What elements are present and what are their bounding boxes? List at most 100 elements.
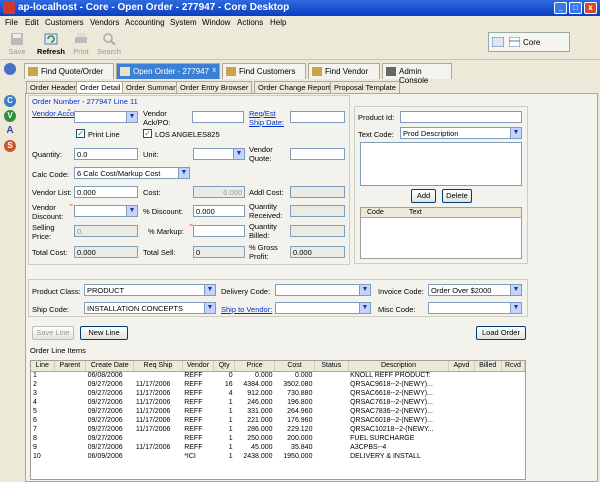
pct-markup-input[interactable] bbox=[193, 225, 245, 237]
column-header[interactable]: Create Date bbox=[85, 361, 135, 372]
vendor-discount-select[interactable]: ▼ bbox=[74, 205, 138, 217]
table-cell: DELIVERY & INSTALL bbox=[350, 453, 421, 460]
text-code-select[interactable]: Prod Description ▼ bbox=[400, 127, 522, 139]
print-line-checkbox[interactable]: ✓ bbox=[76, 129, 85, 138]
calc-code-select[interactable]: 6 Calc Cost/Markup Cost ▼ bbox=[74, 167, 190, 179]
table-cell: 11/17/2006 bbox=[135, 390, 171, 397]
tab-find-quote-order[interactable]: Find Quote/Order bbox=[24, 63, 114, 79]
tab-open-order[interactable]: Open Order - 277947 x bbox=[116, 63, 220, 79]
menu-bar: File Edit Customers Vendors Accounting S… bbox=[0, 16, 600, 30]
table-row[interactable]: 4 09/27/2006 11/17/2006 REFF 1 246.000 196.800… bbox=[31, 398, 525, 407]
req-ship-date-label[interactable]: Req/Est Ship Date: bbox=[249, 109, 289, 127]
misc-code-select[interactable]: ▼ bbox=[428, 302, 522, 314]
column-header[interactable]: Vendor bbox=[182, 361, 215, 372]
column-header[interactable]: Parent bbox=[54, 361, 87, 372]
column-header[interactable]: Line bbox=[31, 361, 55, 372]
vendor-list-input[interactable]: 0.000 bbox=[74, 186, 138, 198]
company-selector[interactable]: Core bbox=[488, 32, 570, 52]
table-cell bbox=[54, 443, 86, 452]
table-row[interactable]: 9 09/27/2006 11/17/2006 REFF 1 45.000 35.840 A3… bbox=[31, 443, 525, 452]
menu-system[interactable]: System bbox=[170, 18, 197, 27]
table-cell bbox=[314, 443, 348, 452]
close-tab-icon[interactable]: x bbox=[213, 67, 217, 74]
save-line-button[interactable]: Save Line bbox=[32, 326, 74, 340]
column-header[interactable]: Rcvd bbox=[501, 361, 525, 372]
grid-icon bbox=[509, 37, 520, 47]
title-bar: ap-localhost - Core - Open Order - 27794… bbox=[0, 0, 600, 16]
menu-file[interactable]: File bbox=[5, 18, 18, 27]
menu-customers[interactable]: Customers bbox=[45, 18, 84, 27]
new-line-button[interactable]: New Line bbox=[80, 326, 128, 340]
order-line-items-table[interactable]: Line Parent Create Date Req Ship Vendor Qty Pr… bbox=[30, 360, 526, 480]
column-header[interactable]: Req Ship bbox=[133, 361, 183, 372]
table-row[interactable]: 10 06/09/2006 *ICI 1 2438.000 1950.000 DELIVER… bbox=[31, 452, 525, 461]
unit-select[interactable]: ▼ bbox=[193, 148, 245, 160]
vendor-account-select[interactable]: ▼ bbox=[74, 111, 138, 123]
table-cell: REFF bbox=[184, 426, 203, 433]
table-row[interactable]: 3 09/27/2006 11/17/2006 REFF 4 912.000 730.880… bbox=[31, 389, 525, 398]
quantity-input[interactable]: 0.0 bbox=[74, 148, 138, 160]
tab-find-vendor[interactable]: Find Vendor bbox=[308, 63, 380, 79]
tab-admin-console[interactable]: Admin Console bbox=[382, 63, 452, 85]
column-header[interactable]: Qty bbox=[213, 361, 236, 372]
nav-icon[interactable] bbox=[4, 63, 16, 75]
column-header[interactable]: Description bbox=[348, 361, 450, 372]
vendor-quote-input[interactable] bbox=[290, 148, 345, 160]
delete-button[interactable]: Delete bbox=[442, 189, 472, 203]
menu-vendors[interactable]: Vendors bbox=[90, 18, 119, 27]
table-row[interactable]: 5 09/27/2006 11/17/2006 REFF 1 331.000 264.960… bbox=[31, 407, 525, 416]
accounting-icon[interactable]: A bbox=[4, 125, 16, 137]
table-cell: 3502.080 bbox=[283, 381, 313, 388]
table-row[interactable]: 7 09/27/2006 11/17/2006 REFF 1 286.000 229.120… bbox=[31, 425, 525, 434]
table-cell bbox=[501, 452, 524, 461]
column-header[interactable]: Status bbox=[314, 361, 349, 372]
vendor-ackpo-input[interactable] bbox=[192, 111, 244, 123]
ship-to-vendor-select[interactable]: ▼ bbox=[275, 302, 371, 314]
text-code-table[interactable]: Code Text bbox=[360, 207, 522, 259]
text-area[interactable] bbox=[360, 142, 522, 186]
table-cell bbox=[501, 407, 524, 416]
maximize-button[interactable]: □ bbox=[569, 2, 582, 14]
print-button[interactable]: Print bbox=[66, 32, 96, 58]
column-header[interactable]: Price bbox=[234, 361, 276, 372]
product-id-input[interactable] bbox=[400, 111, 522, 123]
save-label: Save bbox=[8, 47, 26, 56]
refresh-button[interactable]: Refresh bbox=[34, 32, 68, 58]
menu-accounting[interactable]: Accounting bbox=[125, 18, 165, 27]
table-row[interactable]: 1 06/08/2006 REFF 0 0.000 0.000 KNOLL REFF PRO… bbox=[31, 371, 525, 380]
column-header[interactable]: Apvd bbox=[448, 361, 475, 372]
print-label: Print bbox=[73, 47, 89, 56]
table-body: 1 06/08/2006 REFF 0 0.000 0.000 KNOLL REFF PRO… bbox=[31, 371, 525, 461]
add-button[interactable]: Add bbox=[411, 189, 436, 203]
delivery-code-select[interactable]: ▼ bbox=[275, 284, 371, 296]
vendor-quote-label: Vendor Quote: bbox=[249, 145, 273, 163]
system-icon[interactable]: S bbox=[4, 140, 16, 152]
minimize-button[interactable]: _ bbox=[554, 2, 567, 14]
ship-to-vendor-link[interactable]: Ship to Vendor: bbox=[221, 305, 272, 314]
search-button[interactable]: Search bbox=[94, 32, 124, 58]
req-ship-date-input[interactable] bbox=[290, 111, 345, 123]
menu-edit[interactable]: Edit bbox=[25, 18, 39, 27]
gross-profit-label: % Gross Profit: bbox=[249, 243, 278, 261]
close-button[interactable]: x bbox=[584, 2, 597, 14]
table-row[interactable]: 8 09/27/2006 REFF 1 250.000 200.000 FUEL SURCH… bbox=[31, 434, 525, 443]
ship-code-select[interactable]: INSTALLATION CONCEPTS ▼ bbox=[84, 302, 216, 314]
tab-find-customers[interactable]: Find Customers bbox=[222, 63, 306, 79]
column-header[interactable]: Billed bbox=[474, 361, 502, 372]
vendor-icon[interactable]: V bbox=[4, 110, 16, 122]
save-button[interactable]: Save bbox=[2, 32, 32, 58]
menu-help[interactable]: Help bbox=[270, 18, 286, 27]
table-row[interactable]: 2 09/27/2006 11/17/2006 REFF 16 4384.000 3502.… bbox=[31, 380, 525, 389]
table-cell: 09/27/2006 bbox=[87, 399, 123, 406]
invoice-code-select[interactable]: Order Over $2000 ▼ bbox=[428, 284, 522, 296]
los-angeles-checkbox[interactable]: ✓ bbox=[143, 129, 152, 138]
order-icon bbox=[120, 67, 130, 76]
pct-discount-input[interactable]: 0.000 bbox=[193, 205, 245, 217]
circle-icon[interactable]: C bbox=[4, 95, 16, 107]
menu-actions[interactable]: Actions bbox=[237, 18, 263, 27]
menu-window[interactable]: Window bbox=[202, 18, 230, 27]
load-order-button[interactable]: Load Order bbox=[476, 326, 526, 340]
column-header[interactable]: Cost bbox=[274, 361, 315, 372]
table-row[interactable]: 6 09/27/2006 11/17/2006 REFF 1 221.000 176.960… bbox=[31, 416, 525, 425]
product-class-select[interactable]: PRODUCT ▼ bbox=[84, 284, 216, 296]
